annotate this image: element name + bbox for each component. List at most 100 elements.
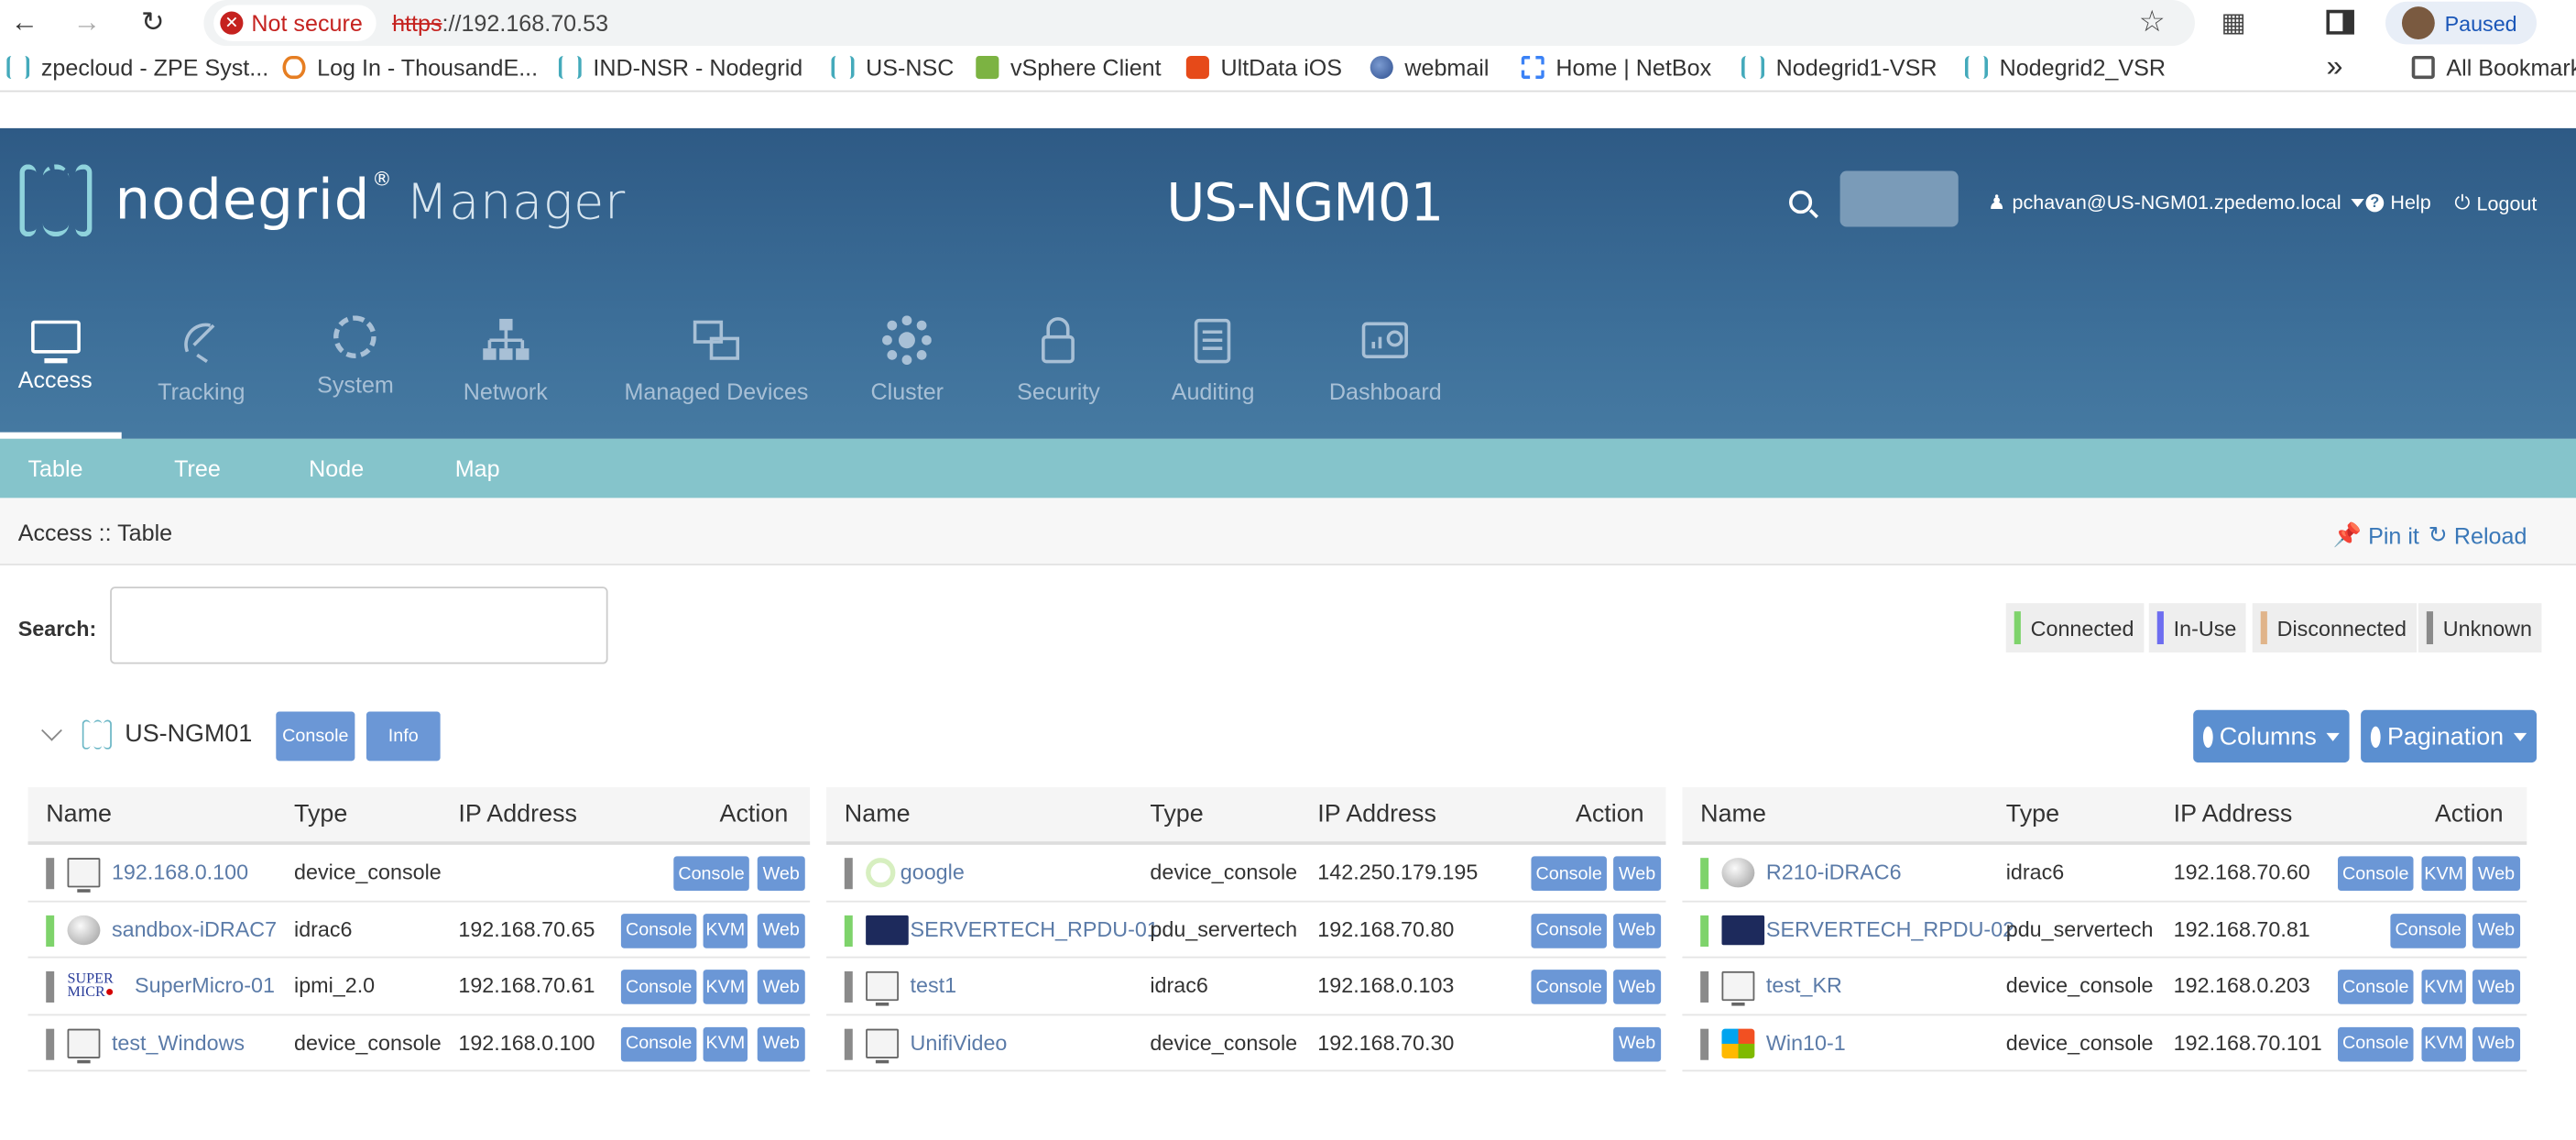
column-ip[interactable]: IP Address [1317, 800, 1436, 828]
user-menu[interactable]: ♟ pchavan@US-NGM01.zpedemo.local [1988, 191, 2364, 214]
nav-managed-devices[interactable]: Managed Devices [624, 312, 808, 439]
kvm-button[interactable]: KVM [2421, 856, 2466, 892]
device-link[interactable]: google [901, 860, 965, 884]
node-console-button[interactable]: Console [276, 711, 355, 762]
column-type[interactable]: Type [1150, 800, 1203, 828]
device-link[interactable]: SERVERTECH_RPDU-01 [911, 916, 1159, 941]
bookmark-item[interactable]: Log In - ThousandE... [282, 54, 538, 81]
nav-access[interactable]: Access [0, 312, 123, 439]
columns-button[interactable]: Columns [2193, 709, 2350, 763]
console-button[interactable]: Console [620, 1025, 697, 1061]
url-text[interactable]: https://192.168.70.53 [392, 10, 608, 37]
bookmark-item[interactable]: vSphere Client [976, 54, 1162, 81]
bookmark-item[interactable]: Home | NetBox [1521, 54, 1711, 81]
console-button[interactable]: Console [620, 970, 697, 1004]
web-button[interactable]: Web [757, 1025, 805, 1061]
extensions-icon[interactable]: ▦ [2221, 6, 2254, 39]
security-chip[interactable]: ✕ Not secure [213, 5, 377, 41]
nav-cluster[interactable]: Cluster [871, 312, 944, 439]
device-link[interactable]: test1 [911, 973, 957, 998]
forward-icon[interactable]: → [62, 0, 112, 46]
web-button[interactable]: Web [757, 970, 805, 1004]
web-button[interactable]: Web [2472, 1025, 2521, 1061]
kvm-button[interactable]: KVM [2421, 1025, 2466, 1061]
all-bookmarks[interactable]: All Bookmarks [2411, 54, 2576, 81]
kvm-button[interactable]: KVM [2421, 970, 2466, 1004]
address-bar[interactable]: ✕ Not secure https://192.168.70.53 ☆ [203, 0, 2195, 47]
console-button[interactable]: Console [2338, 1025, 2414, 1061]
pagination-button[interactable]: Pagination [2361, 709, 2538, 763]
column-name[interactable]: Name [1700, 800, 1766, 828]
device-link[interactable]: test_KR [1766, 973, 1842, 998]
header-search-input[interactable] [1839, 170, 1959, 227]
web-button[interactable]: Web [757, 856, 805, 892]
web-button[interactable]: Web [757, 913, 805, 948]
web-button[interactable]: Web [1613, 913, 1662, 948]
kvm-button[interactable]: KVM [703, 970, 748, 1004]
bookmark-item[interactable]: Nodegrid1-VSR [1741, 54, 1937, 81]
device-link[interactable]: test_Windows [112, 1030, 245, 1055]
pin-it-link[interactable]: 📌 Pin it [2333, 521, 2419, 549]
node-info-button[interactable]: Info [366, 711, 441, 762]
console-button[interactable]: Console [1531, 970, 1607, 1004]
nav-dashboard[interactable]: Dashboard [1329, 312, 1442, 439]
reload-link[interactable]: ↻ Reload [2429, 521, 2527, 549]
device-ip: 192.168.70.30 [1317, 1029, 1455, 1055]
more-bookmarks-icon[interactable]: » [2326, 49, 2342, 84]
bookmark-item[interactable]: IND-NSR - Nodegrid [558, 54, 802, 81]
back-icon[interactable]: ← [0, 0, 49, 46]
bookmark-item[interactable]: webmail [1370, 54, 1489, 81]
help-link[interactable]: ? Help [2365, 191, 2431, 214]
nodegrid-logo[interactable]: nodegrid ® Manager [19, 155, 627, 247]
device-link[interactable]: R210-iDRAC6 [1766, 860, 1902, 884]
tab-node[interactable]: Node [309, 455, 364, 482]
nav-tracking[interactable]: Tracking [158, 312, 246, 439]
bookmark-item[interactable]: Nodegrid2_VSR [1964, 54, 2166, 81]
chevron-down-icon[interactable] [41, 719, 62, 741]
column-name[interactable]: Name [845, 800, 911, 828]
bookmark-item[interactable]: US-NSC [831, 54, 954, 81]
side-panel-icon[interactable] [2326, 9, 2354, 35]
device-link[interactable]: SERVERTECH_RPDU-02 [1766, 916, 2014, 941]
search-icon[interactable] [1789, 191, 1813, 214]
web-button[interactable]: Web [2472, 856, 2521, 892]
console-button[interactable]: Console [1531, 913, 1607, 948]
console-button[interactable]: Console [2390, 913, 2466, 948]
nav-system[interactable]: System [317, 312, 394, 439]
console-button[interactable]: Console [673, 856, 749, 892]
profile-button[interactable]: Paused [2385, 1, 2538, 45]
device-link[interactable]: sandbox-iDRAC7 [112, 916, 277, 941]
device-link[interactable]: 192.168.0.100 [112, 860, 248, 884]
column-name[interactable]: Name [46, 800, 112, 828]
bookmark-star-icon[interactable]: ☆ [2139, 5, 2166, 39]
reload-page-icon[interactable]: ↻ [128, 0, 178, 46]
web-button[interactable]: Web [1613, 1025, 1662, 1061]
column-type[interactable]: Type [2006, 800, 2059, 828]
column-type[interactable]: Type [294, 800, 347, 828]
web-button[interactable]: Web [1613, 970, 1662, 1004]
web-button[interactable]: Web [2472, 913, 2521, 948]
kvm-button[interactable]: KVM [703, 1025, 748, 1061]
bookmark-item[interactable]: UltData iOS [1185, 54, 1342, 81]
console-button[interactable]: Console [1531, 856, 1607, 892]
logout-link[interactable]: ⏻ Logout [2454, 191, 2537, 215]
search-input[interactable] [110, 586, 608, 664]
device-link[interactable]: Win10-1 [1766, 1030, 1846, 1055]
kvm-button[interactable]: KVM [703, 913, 748, 948]
web-button[interactable]: Web [2472, 970, 2521, 1004]
device-link[interactable]: SuperMicro-01 [135, 973, 275, 998]
console-button[interactable]: Console [2338, 970, 2414, 1004]
console-button[interactable]: Console [2338, 856, 2414, 892]
nav-security[interactable]: Security [1017, 312, 1100, 439]
column-ip[interactable]: IP Address [458, 800, 577, 828]
tab-table[interactable]: Table [27, 455, 82, 482]
nav-network[interactable]: Network [464, 312, 548, 439]
column-ip[interactable]: IP Address [2174, 800, 2293, 828]
console-button[interactable]: Console [620, 913, 697, 948]
web-button[interactable]: Web [1613, 856, 1662, 892]
nav-auditing[interactable]: Auditing [1172, 312, 1254, 439]
bookmark-item[interactable]: zpecloud - ZPE Syst... [6, 54, 268, 81]
device-link[interactable]: UnifiVideo [911, 1030, 1008, 1055]
tab-tree[interactable]: Tree [174, 455, 221, 482]
tab-map[interactable]: Map [455, 455, 500, 482]
